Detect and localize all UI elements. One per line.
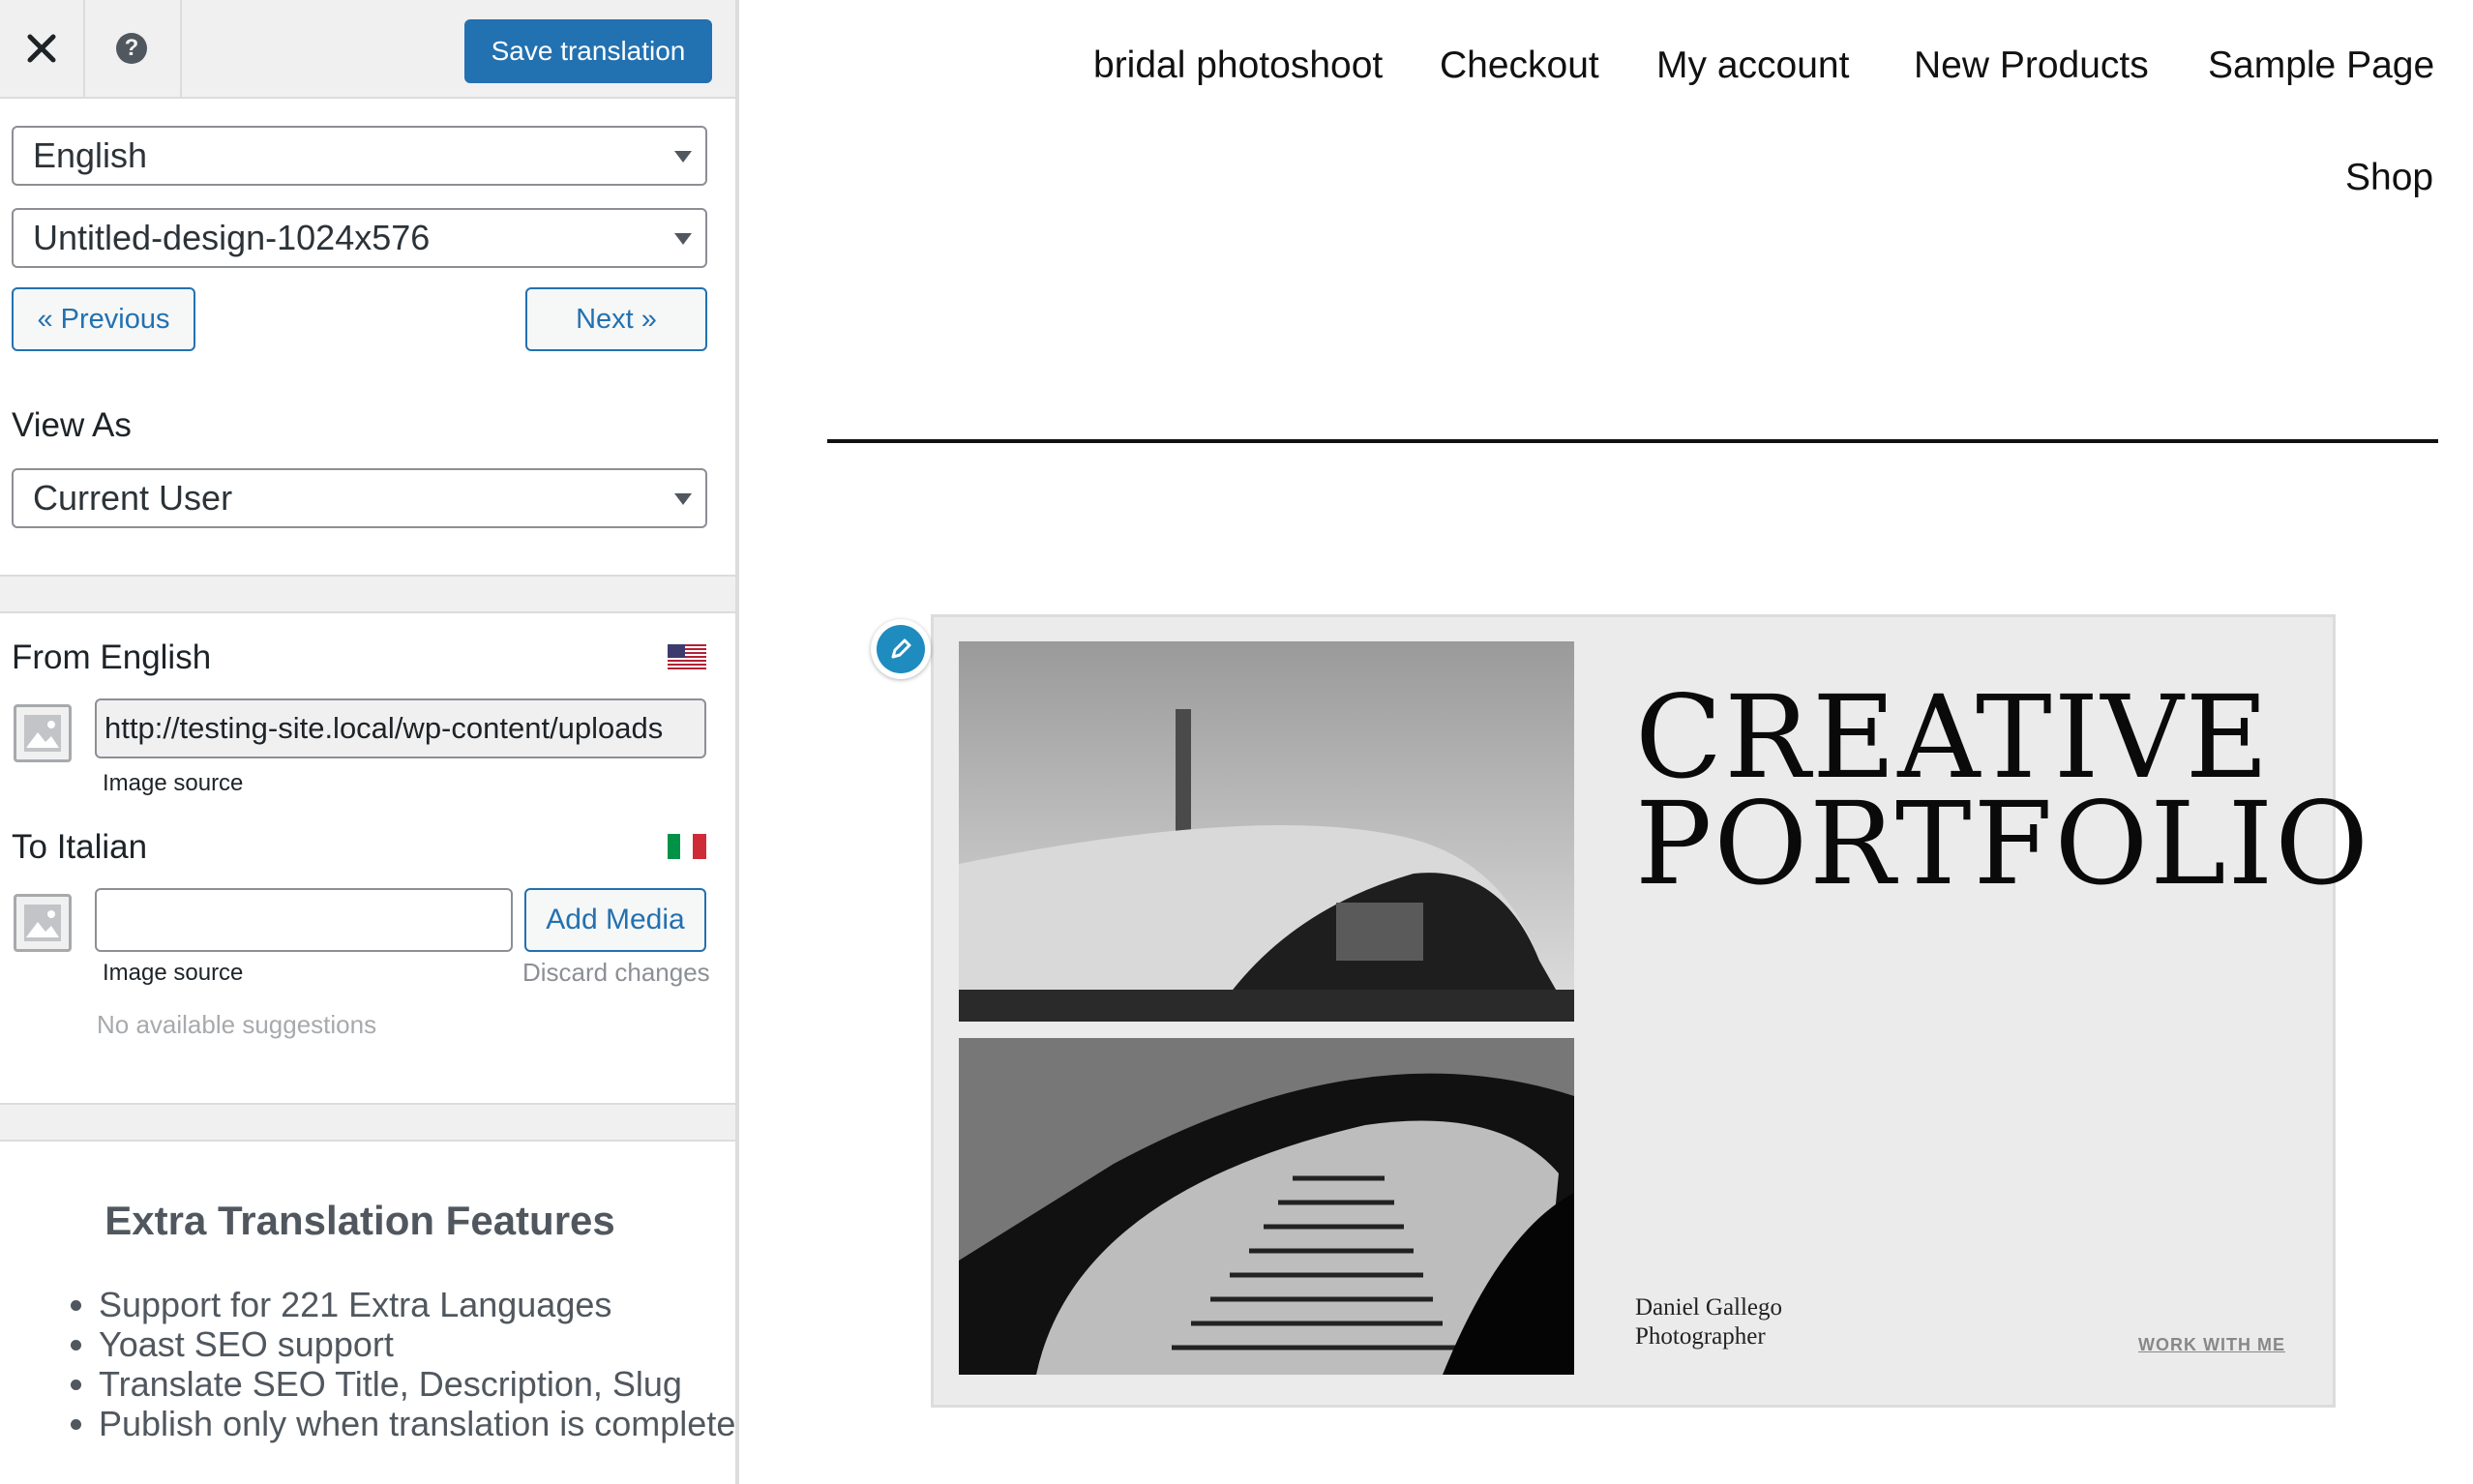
image-placeholder-icon bbox=[14, 894, 72, 952]
discard-changes-link[interactable]: Discard changes bbox=[522, 958, 710, 988]
menu-item-checkout[interactable]: Checkout bbox=[1440, 45, 1599, 87]
source-language-label: From English bbox=[12, 638, 212, 676]
sidebar-toolbar: ? Save translation bbox=[0, 0, 735, 99]
menu-item-bridal-photoshoot[interactable]: bridal photoshoot bbox=[1093, 45, 1383, 87]
menu-item-shop[interactable]: Shop bbox=[2345, 157, 2433, 199]
target-image-url-field[interactable] bbox=[95, 888, 513, 952]
chevron-down-icon bbox=[674, 151, 692, 163]
chevron-down-icon bbox=[674, 233, 692, 245]
image-placeholder-icon bbox=[14, 704, 72, 762]
menu-item-sample-page[interactable]: Sample Page bbox=[2208, 45, 2434, 87]
work-with-me-link[interactable]: WORK WITH ME bbox=[2138, 1335, 2285, 1355]
menu-item-my-account[interactable]: My account bbox=[1656, 45, 1849, 87]
chevron-down-icon bbox=[674, 493, 692, 505]
view-as-label: View As bbox=[12, 406, 132, 444]
source-caption: Image source bbox=[103, 770, 244, 796]
save-translation-button[interactable]: Save translation bbox=[464, 19, 712, 83]
add-media-button[interactable]: Add Media bbox=[524, 888, 706, 952]
pencil-icon bbox=[891, 638, 911, 659]
language-select-value: English bbox=[33, 135, 148, 175]
edit-translation-button[interactable] bbox=[871, 619, 931, 679]
string-select-value: Untitled-design-1024x576 bbox=[33, 218, 431, 257]
list-item: Yoast SEO support bbox=[99, 1324, 735, 1364]
help-button[interactable]: ? bbox=[83, 0, 182, 97]
architecture-photo bbox=[959, 641, 1574, 1022]
features-title: Extra Translation Features bbox=[104, 1198, 615, 1243]
section-divider bbox=[0, 575, 735, 613]
view-as-select[interactable]: Current User bbox=[12, 468, 707, 528]
section-divider bbox=[0, 1103, 735, 1142]
help-icon-glyph: ? bbox=[124, 35, 139, 61]
close-button[interactable] bbox=[0, 0, 85, 97]
list-item: Translate SEO Title, Description, Slug bbox=[99, 1364, 735, 1404]
features-list: Support for 221 Extra Languages Yoast SE… bbox=[58, 1285, 735, 1443]
next-button[interactable]: Next » bbox=[525, 287, 707, 351]
hero-title-line-2: PORTFOLIO bbox=[1635, 777, 2370, 910]
previous-button[interactable]: « Previous bbox=[12, 287, 195, 351]
photographer-role: Photographer bbox=[1635, 1323, 1766, 1350]
us-flag-icon bbox=[668, 644, 706, 669]
view-as-select-value: Current User bbox=[33, 478, 233, 518]
target-language-label: To Italian bbox=[12, 828, 148, 866]
no-suggestions-text: No available suggestions bbox=[97, 1010, 377, 1039]
list-item: Support for 221 Extra Languages bbox=[99, 1285, 735, 1324]
close-icon bbox=[27, 34, 56, 63]
italy-flag-icon bbox=[668, 834, 706, 859]
list-item: Publish only when translation is complet… bbox=[99, 1404, 735, 1443]
menu-item-new-products[interactable]: New Products bbox=[1914, 45, 2149, 87]
language-select[interactable]: English bbox=[12, 126, 707, 186]
help-icon: ? bbox=[116, 33, 147, 64]
string-select[interactable]: Untitled-design-1024x576 bbox=[12, 208, 707, 268]
translation-sidebar: ? Save translation English Untitled-desi… bbox=[0, 0, 739, 1484]
photographer-name: Daniel Gallego bbox=[1635, 1294, 1783, 1321]
target-caption: Image source bbox=[103, 960, 244, 986]
header-divider bbox=[827, 439, 2438, 443]
staircase-photo bbox=[959, 1038, 1574, 1375]
source-image-url-field[interactable]: http://testing-site.local/wp-content/upl… bbox=[95, 698, 706, 758]
hero-image: CREATIVE PORTFOLIO Daniel Gallego Photog… bbox=[931, 614, 2369, 1408]
